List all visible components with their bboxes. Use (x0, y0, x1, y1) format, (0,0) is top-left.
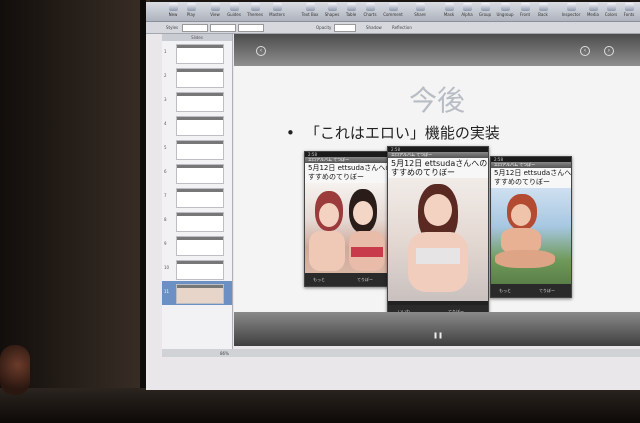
front-button[interactable]: Front (518, 3, 532, 17)
room-floor (0, 388, 640, 423)
styles-label: Styles (166, 25, 179, 30)
slide-thumbnail[interactable]: 8 (162, 209, 232, 233)
shapes-icon (327, 3, 337, 11)
slide-thumbnail[interactable]: 2 (162, 65, 232, 89)
photo-thumbnail (491, 188, 571, 284)
text-box-button[interactable]: Text Box (300, 3, 320, 17)
slide-thumbnail-selected[interactable]: 11 (162, 281, 232, 305)
colors-button[interactable]: Colors (604, 3, 618, 17)
styles-select[interactable] (182, 24, 208, 32)
inspector-button[interactable]: Inspector (560, 3, 582, 17)
stroke-select[interactable] (238, 24, 264, 32)
comment-icon (388, 3, 398, 11)
share-button[interactable]: Share (412, 3, 428, 17)
opacity-field[interactable] (334, 24, 356, 32)
slide-thumbnail[interactable]: 3 (162, 89, 232, 113)
media-icon (588, 3, 598, 11)
back-icon (538, 3, 548, 11)
slide-bullet: • 「これはエロい」機能の実装 (286, 124, 500, 142)
fill-select[interactable] (210, 24, 236, 32)
next-icon: › (604, 46, 614, 56)
guides-icon (229, 3, 239, 11)
back-arrow-icon: ‹ (256, 46, 266, 56)
view-button[interactable]: View (208, 3, 222, 17)
slide-thumbnail[interactable]: 4 (162, 113, 232, 137)
phone-screenshot-1: 2:58 エロアルバム てつぼー 5月12日 ettsudaさんへのおすすめのて… (304, 151, 390, 287)
masters-icon (272, 3, 282, 11)
shadow-checkbox[interactable]: Shadow (366, 25, 382, 30)
group-icon (480, 3, 490, 11)
navigator-header: Slides (162, 34, 232, 41)
themes-icon (250, 3, 260, 11)
table-icon (346, 3, 356, 11)
play-icon (186, 3, 196, 11)
bullet-icon: • (286, 124, 295, 142)
slide-navigator: Slides 1 2 3 4 5 6 7 8 9 10 11 (162, 34, 233, 349)
front-icon (520, 3, 530, 11)
mask-icon (444, 3, 454, 11)
mask-button[interactable]: Mask (442, 3, 456, 17)
masters-button[interactable]: Masters (268, 3, 286, 17)
charts-button[interactable]: Charts (362, 3, 378, 17)
opacity-label: Opacity (316, 25, 332, 30)
play-button[interactable]: Play (184, 3, 198, 17)
slide-title: 今後 (408, 84, 465, 117)
alpha-icon (462, 3, 472, 11)
prev-icon: ‹ (580, 46, 590, 56)
slide-thumbnail[interactable]: 5 (162, 137, 232, 161)
photo-thumbnail (305, 183, 389, 275)
alpha-button[interactable]: Alpha (460, 3, 474, 17)
keynote-toolbar: New Play View Guides Themes Masters Text… (146, 2, 640, 22)
slide-canvas[interactable]: ‹ ‹ › 今後 • 「これはエロい」機能の実装 2:58 エロアルバム てつぼー… (234, 34, 640, 346)
new-button[interactable]: New (166, 3, 180, 17)
charts-icon (365, 3, 375, 11)
phone-screenshot-3: 2:58 エロアルバム てつぼー 5月12日 ettsudaさんへのおすすめのて… (490, 156, 572, 298)
fonts-icon (624, 3, 634, 11)
slide-thumbnail[interactable]: 6 (162, 161, 232, 185)
new-icon (168, 3, 178, 11)
slide-footer-band: ❚❚ (234, 312, 640, 346)
themes-button[interactable]: Themes (246, 3, 264, 17)
ungroup-icon (500, 3, 510, 11)
shapes-button[interactable]: Shapes (324, 3, 340, 17)
guides-button[interactable]: Guides (226, 3, 242, 17)
photo-thumbnail (388, 178, 488, 301)
colors-icon (606, 3, 616, 11)
reflection-checkbox[interactable]: Reflection (392, 25, 412, 30)
slide-thumbnail[interactable]: 9 (162, 233, 232, 257)
slide-header-band: ‹ ‹ › (234, 34, 640, 66)
view-icon (210, 3, 220, 11)
fonts-button[interactable]: Fonts (622, 3, 636, 17)
share-icon (415, 3, 425, 11)
slide-thumbnail[interactable]: 10 (162, 257, 232, 281)
presenter-hand (0, 345, 30, 395)
slide-thumbnail[interactable]: 1 (162, 41, 232, 65)
media-button[interactable]: Media (586, 3, 600, 17)
zoom-level[interactable]: 86% (220, 351, 229, 356)
text-box-icon (305, 3, 315, 11)
table-button[interactable]: Table (344, 3, 358, 17)
status-bar: 86% (162, 349, 640, 357)
group-button[interactable]: Group (478, 3, 492, 17)
inspector-icon (566, 3, 576, 11)
phone-screenshot-2: 2:58 エロアルバム てつぼー 5月12日 ettsudaさんへのお すすめのて… (387, 146, 489, 319)
ungroup-button[interactable]: Ungroup (496, 3, 514, 17)
format-bar: Styles Opacity Shadow Reflection (146, 22, 640, 34)
slide-thumbnail[interactable]: 7 (162, 185, 232, 209)
comment-button[interactable]: Comment (382, 3, 404, 17)
back-button[interactable]: Back (536, 3, 550, 17)
pause-icon: ❚❚ (433, 332, 444, 339)
projected-screen: New Play View Guides Themes Masters Text… (146, 2, 640, 390)
